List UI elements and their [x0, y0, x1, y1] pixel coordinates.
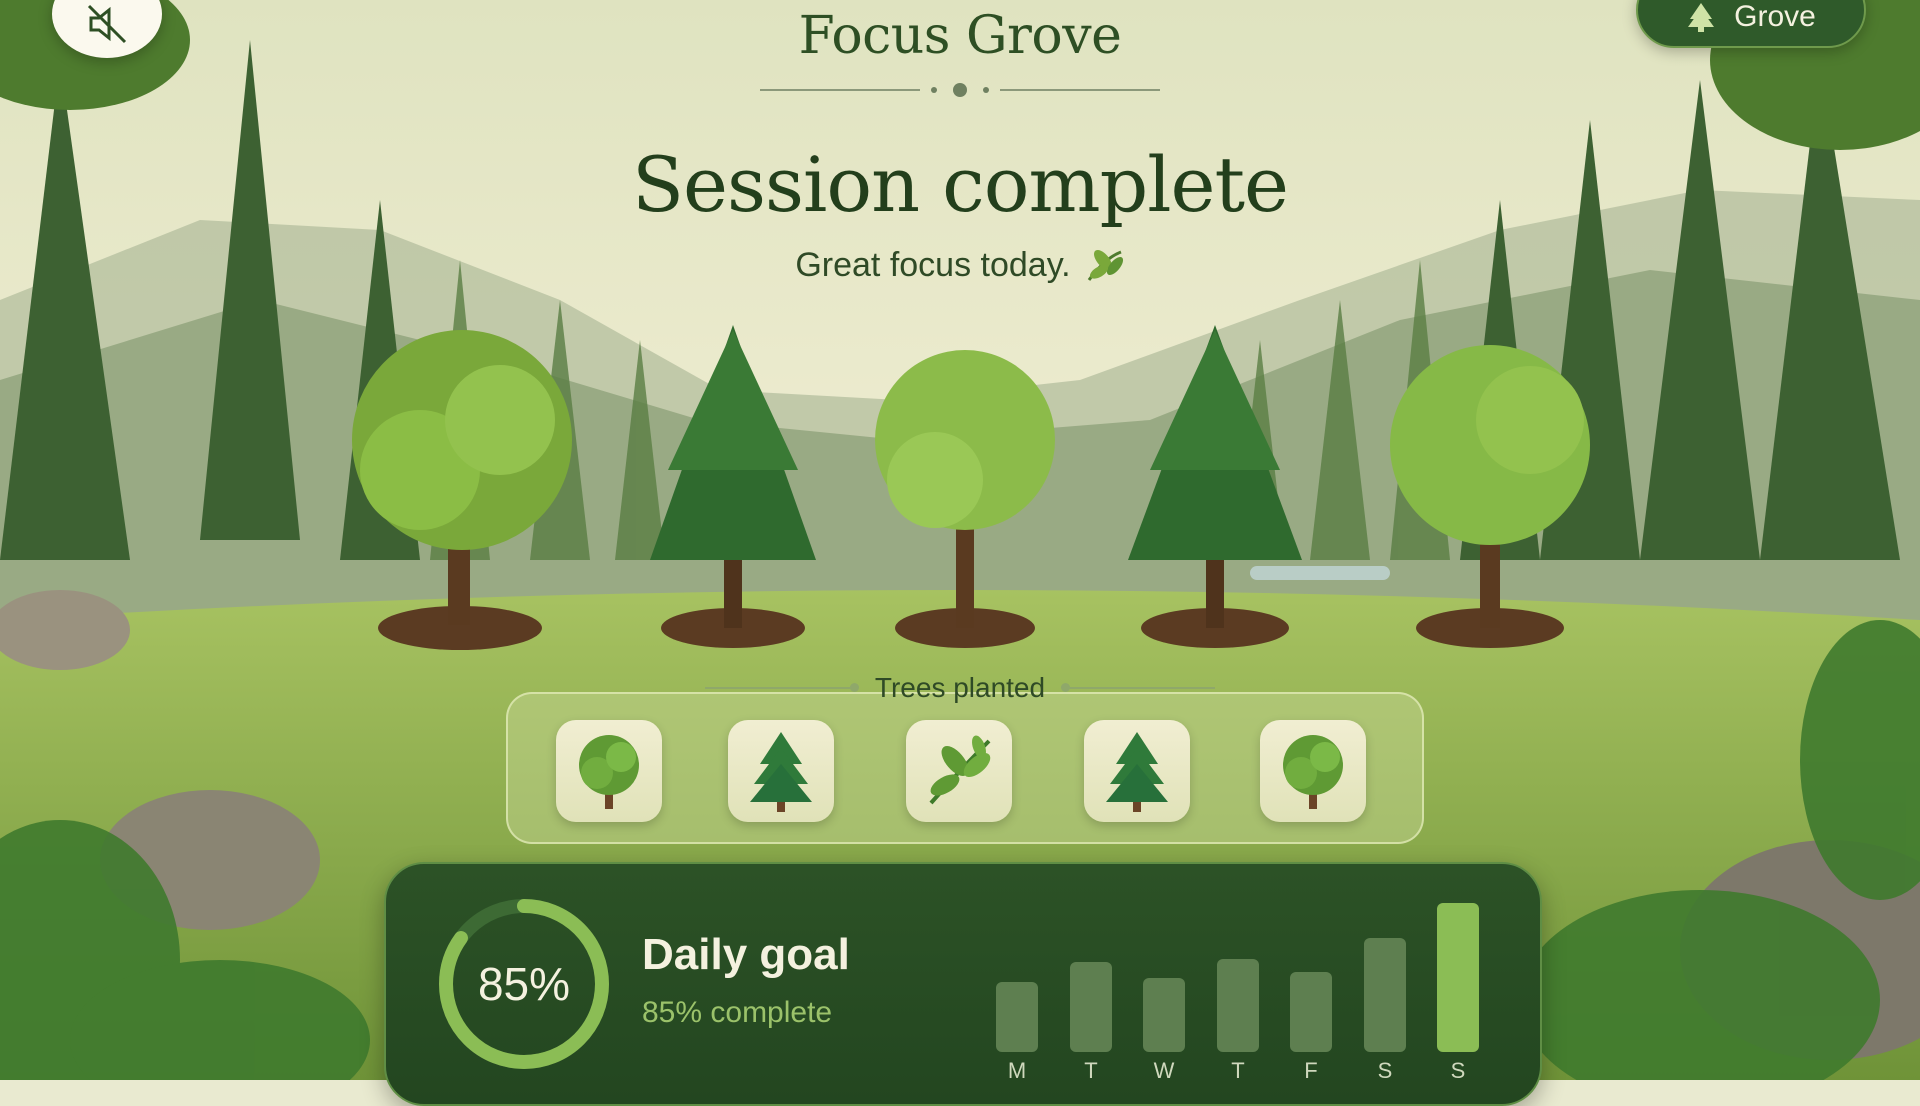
label-line-left: [704, 683, 859, 692]
pine-tree-icon: [1106, 732, 1168, 812]
label-line-right: [1061, 683, 1216, 692]
top-bar: Focus Grove Grove: [0, 0, 1920, 110]
goal-title: Daily goal: [642, 930, 850, 979]
planted-tree-3[interactable]: [906, 720, 1012, 822]
week-day-label: W: [1153, 1058, 1175, 1083]
leaf-icon: [1087, 249, 1123, 281]
trees-planted-label: Trees planted: [0, 672, 1920, 704]
title-divider: [760, 83, 1160, 97]
week-day-label: T: [1084, 1058, 1098, 1083]
week-bar-1: [996, 982, 1038, 1052]
pine-tree-icon: [1688, 3, 1715, 32]
deciduous-tree-icon: [579, 735, 639, 809]
grove-button-label: Grove: [1734, 0, 1816, 33]
week-bar-5: [1290, 972, 1332, 1052]
week-bar-2: [1070, 962, 1112, 1052]
pine-tree-icon: [750, 732, 812, 812]
week-day-label: M: [1007, 1058, 1027, 1083]
week-bar-7: [1437, 903, 1479, 1052]
subline-text: Great focus today.: [795, 246, 1071, 284]
deciduous-tree-icon: [1283, 735, 1343, 809]
planted-tree-1[interactable]: [556, 720, 662, 822]
app-title: Focus Grove: [798, 6, 1122, 66]
session-headline: Session complete: [631, 140, 1289, 229]
week-day-label: F: [1304, 1058, 1318, 1083]
goal-percent: 85%: [477, 958, 571, 1010]
planted-tree-5[interactable]: [1260, 720, 1366, 822]
week-day-label: T: [1231, 1058, 1245, 1083]
week-bar-4: [1217, 959, 1259, 1052]
weekly-progress-chart: MTWTFSS: [996, 880, 1486, 1083]
week-bar-6: [1364, 938, 1406, 1052]
week-day-label: S: [1450, 1058, 1466, 1083]
leaf-sprig-icon: [929, 735, 991, 805]
session-subline: Great focus today.: [0, 246, 1920, 285]
week-bar-3: [1143, 978, 1185, 1052]
goal-status: 85% complete: [642, 996, 833, 1029]
grove-button[interactable]: Grove: [1636, 0, 1866, 48]
trees-planted-text: Trees planted: [874, 672, 1046, 703]
planted-tree-4[interactable]: [1084, 720, 1190, 822]
planted-tree-2[interactable]: [728, 720, 834, 822]
week-day-label: S: [1377, 1058, 1393, 1083]
